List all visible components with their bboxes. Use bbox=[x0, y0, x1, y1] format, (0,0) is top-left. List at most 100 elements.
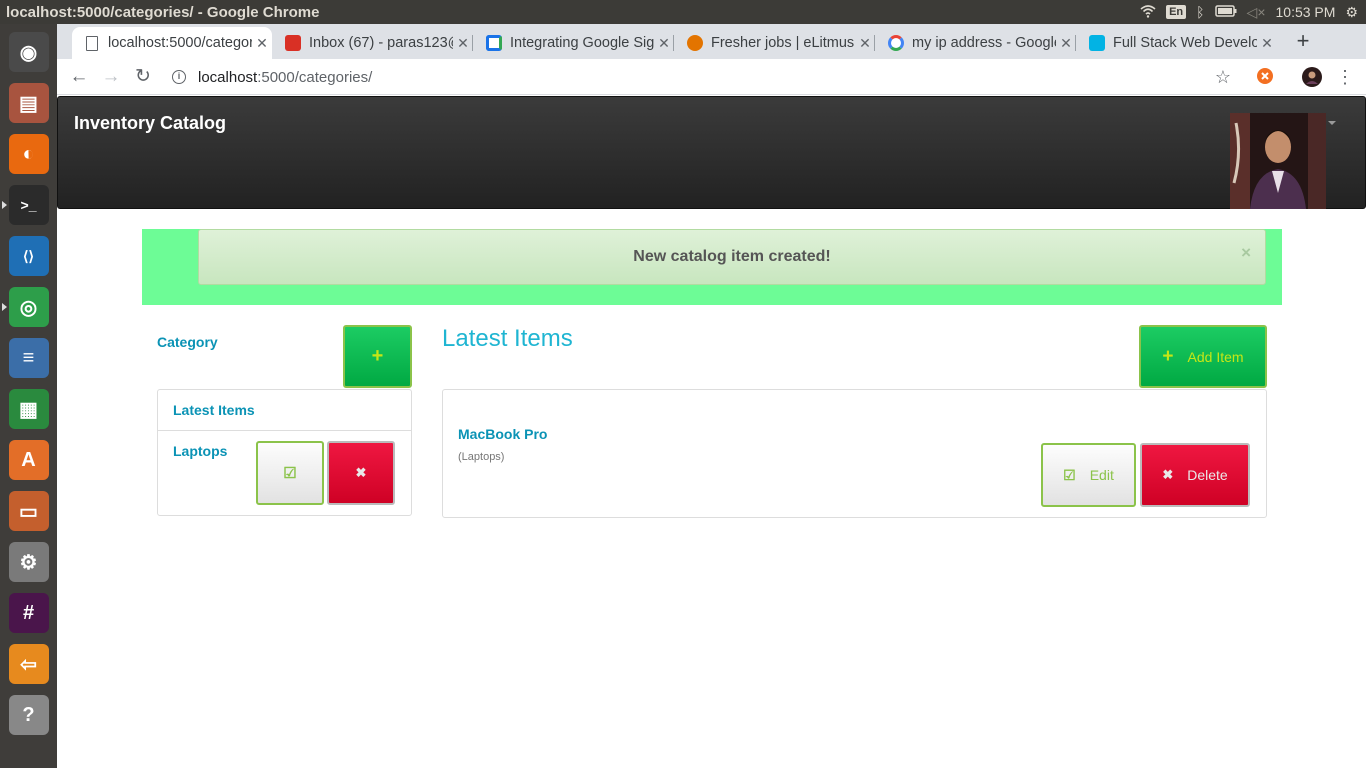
window-title: localhost:5000/categories/ - Google Chro… bbox=[6, 3, 320, 21]
software-center-icon: A bbox=[8, 440, 49, 480]
site-info-icon[interactable]: i bbox=[172, 70, 186, 84]
tab-google-search[interactable]: my ip address - Google Search ✕ bbox=[876, 27, 1076, 59]
bluetooth-icon[interactable]: ᛒ bbox=[1196, 4, 1204, 20]
user-menu-caret-icon[interactable] bbox=[1328, 121, 1336, 125]
category-list: Latest Items Laptops ☑ ✖ bbox=[157, 389, 412, 516]
add-item-label: Add Item bbox=[1187, 348, 1244, 365]
latest-items-title: Latest Items bbox=[442, 325, 573, 352]
unity-launcher: ◉ ▤ ◐ >_ ⟨⟩ ◎ ≡ ▦ A ▭ ⚙ # ⇦? bbox=[0, 24, 57, 768]
category-item-laptops: Laptops bbox=[173, 443, 227, 461]
edit-item-button[interactable]: ☑ Edit bbox=[1041, 443, 1136, 507]
system-gear-icon[interactable]: ⚙ bbox=[1345, 4, 1358, 21]
close-tab-icon[interactable]: ✕ bbox=[1257, 35, 1277, 52]
tab-strip: localhost:5000/categories/ ✕ Inbox (67) … bbox=[57, 24, 1366, 59]
slack-launcher-item[interactable]: # bbox=[6, 589, 52, 637]
settings-icon: ⚙ bbox=[8, 542, 49, 582]
item-category: (Laptops) bbox=[458, 451, 505, 463]
chrome-launcher-item[interactable]: ◎ bbox=[1, 283, 52, 331]
vscode-icon: ⟨⟩ bbox=[8, 236, 49, 276]
firefox-icon: ◐ bbox=[8, 134, 49, 174]
delete-label: Delete bbox=[1187, 467, 1228, 483]
reload-button[interactable]: ↻ bbox=[129, 63, 157, 91]
tab-gmail[interactable]: Inbox (67) - paras123@gmail.com ✕ bbox=[273, 27, 473, 59]
close-tab-icon[interactable]: ✕ bbox=[855, 35, 875, 52]
ubuntu-dash-icon: ◉ bbox=[8, 32, 49, 72]
flash-alert: New catalog item created! × bbox=[198, 229, 1266, 285]
help-launcher-item[interactable]: ? bbox=[6, 691, 52, 739]
wifi-icon[interactable] bbox=[1140, 4, 1156, 21]
back-button[interactable]: ← bbox=[65, 63, 93, 91]
clock[interactable]: 10:53 PM bbox=[1276, 4, 1336, 20]
firefox-launcher-item[interactable]: ◐ bbox=[6, 130, 52, 178]
new-tab-button[interactable]: + bbox=[1290, 27, 1316, 55]
flash-container: New catalog item created! × bbox=[142, 229, 1282, 305]
close-tab-icon[interactable]: ✕ bbox=[453, 35, 473, 52]
forward-button[interactable]: → bbox=[97, 63, 125, 91]
plus-icon: + bbox=[1162, 345, 1174, 367]
delete-icon: ✖ bbox=[355, 465, 367, 480]
back-arrow-app-launcher-item[interactable]: ⇦ bbox=[6, 640, 52, 688]
web-page: Inventory Catalog New catalog item creat… bbox=[57, 96, 1366, 768]
user-avatar[interactable] bbox=[1230, 113, 1326, 209]
software-center-launcher-item[interactable]: A bbox=[6, 436, 52, 484]
add-category-button[interactable]: + bbox=[343, 325, 412, 388]
files-launcher-item[interactable]: ▤ bbox=[6, 79, 52, 127]
volume-muted-icon[interactable]: ◁× bbox=[1247, 4, 1266, 21]
browser-menu-icon[interactable]: ⋮ bbox=[1335, 67, 1355, 87]
keyboard-layout-indicator[interactable]: En bbox=[1166, 5, 1187, 19]
category-item-latest: Latest Items bbox=[158, 390, 411, 431]
plus-icon: + bbox=[371, 345, 384, 367]
edit-icon: ☑ bbox=[283, 465, 297, 482]
item-name-link[interactable]: MacBook Pro bbox=[458, 426, 547, 442]
edit-label: Edit bbox=[1089, 467, 1114, 483]
help-icon: ? bbox=[8, 695, 49, 735]
gmail-icon bbox=[285, 35, 301, 51]
url-host: localhost bbox=[198, 68, 258, 86]
url-path: :5000/categories/ bbox=[257, 68, 373, 86]
bookmark-star-icon[interactable]: ☆ bbox=[1213, 67, 1233, 87]
elitmus-icon bbox=[687, 35, 703, 51]
writer-launcher-item[interactable]: ≡ bbox=[6, 334, 52, 382]
vscode-launcher-item[interactable]: ⟨⟩ bbox=[6, 232, 52, 280]
extension-icon[interactable] bbox=[1255, 67, 1275, 87]
add-item-button[interactable]: + Add Item bbox=[1139, 325, 1267, 388]
tab-elitmus[interactable]: Fresher jobs | eLitmus ✕ bbox=[675, 27, 875, 59]
ubuntu-dash-launcher-item[interactable]: ◉ bbox=[6, 28, 52, 76]
calc-launcher-item[interactable]: ▦ bbox=[6, 385, 52, 433]
address-bar[interactable]: i localhost:5000/categories/ bbox=[172, 63, 1222, 91]
google-icon bbox=[888, 35, 904, 51]
tab-google-signin[interactable]: Integrating Google Sign-In ✕ bbox=[474, 27, 674, 59]
impress-launcher-item[interactable]: ▭ bbox=[6, 487, 52, 535]
edit-category-button[interactable]: ☑ bbox=[256, 441, 324, 505]
flash-message: New catalog item created! bbox=[633, 248, 831, 265]
back-arrow-app-icon: ⇦ bbox=[8, 644, 49, 684]
battery-icon[interactable] bbox=[1214, 4, 1237, 20]
page-icon bbox=[86, 35, 98, 51]
delete-icon: ✖ bbox=[1162, 467, 1174, 482]
slack-icon: # bbox=[8, 593, 49, 633]
close-tab-icon[interactable]: ✕ bbox=[252, 35, 272, 52]
brand-link[interactable]: Inventory Catalog bbox=[74, 113, 226, 134]
writer-icon: ≡ bbox=[8, 338, 49, 378]
close-tab-icon[interactable]: ✕ bbox=[654, 35, 674, 52]
close-alert-icon[interactable]: × bbox=[1241, 230, 1251, 276]
close-tab-icon[interactable]: ✕ bbox=[1056, 35, 1076, 52]
google-developers-icon bbox=[486, 35, 502, 51]
chrome-icon: ◎ bbox=[8, 287, 49, 327]
settings-launcher-item[interactable]: ⚙ bbox=[6, 538, 52, 586]
terminal-icon: >_ bbox=[8, 185, 49, 225]
files-icon: ▤ bbox=[8, 83, 49, 123]
browser-toolbar: ← → ↻ i localhost:5000/categories/ ☆ ⋮ bbox=[57, 59, 1366, 95]
edit-icon: ☑ bbox=[1063, 466, 1076, 483]
item-card: MacBook Pro (Laptops) ☑ Edit ✖ Delete bbox=[442, 389, 1267, 518]
calc-icon: ▦ bbox=[8, 389, 49, 429]
delete-item-button[interactable]: ✖ Delete bbox=[1140, 443, 1250, 507]
profile-avatar-icon[interactable] bbox=[1302, 67, 1322, 87]
tab-localhost[interactable]: localhost:5000/categories/ ✕ bbox=[72, 27, 272, 59]
terminal-launcher-item[interactable]: >_ bbox=[1, 181, 52, 229]
category-link-laptops[interactable]: Laptops bbox=[173, 443, 227, 459]
tab-udacity[interactable]: Full Stack Web Developer ✕ bbox=[1077, 27, 1277, 59]
udacity-icon bbox=[1089, 35, 1105, 51]
delete-category-button[interactable]: ✖ bbox=[327, 441, 395, 505]
category-link-latest-items[interactable]: Latest Items bbox=[173, 402, 255, 418]
